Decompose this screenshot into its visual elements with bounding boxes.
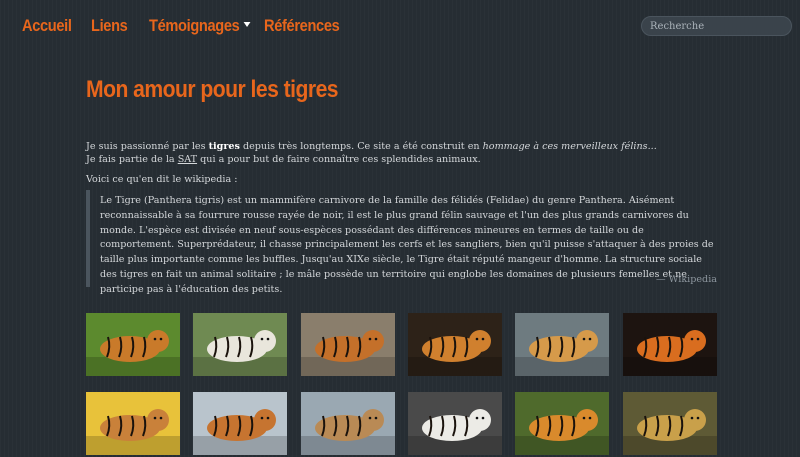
tiger-portrait-dark-photo[interactable] [408, 313, 502, 376]
tiger-rocks-photo[interactable] [515, 313, 609, 376]
nav-item-temoignages-label: Témoignages [149, 16, 240, 35]
white-tiger-face-photo[interactable] [408, 392, 502, 455]
intro-text: depuis très longtemps. Ce site a été con… [239, 141, 483, 152]
tiger-running-snow-photo[interactable] [193, 392, 287, 455]
intro-text: Je fais partie de la [86, 154, 178, 165]
intro-italic-hommage: hommage à ces merveilleux félins... [482, 141, 657, 152]
quote-source: — Wikipedia [655, 274, 717, 285]
intro-bold-tigres: tigres [208, 141, 240, 152]
quote-text: Le Tigre (Panthera tigris) est un mammif… [100, 195, 714, 295]
tiger-lying-grass-photo[interactable] [86, 313, 180, 376]
sat-link[interactable]: SAT [178, 154, 197, 165]
nav-item-references[interactable]: Références [264, 16, 340, 36]
tiger-snow-walking-photo[interactable] [301, 392, 395, 455]
wikipedia-quote: Le Tigre (Panthera tigris) est un mammif… [86, 190, 719, 295]
tiger-cub-yellow-photo[interactable] [86, 392, 180, 455]
intro-paragraph: Je suis passionné par les tigres depuis … [86, 140, 726, 166]
nav-item-liens[interactable]: Liens [91, 16, 128, 36]
page-title: Mon amour pour les tigres [86, 76, 339, 103]
white-tiger-walking-photo[interactable] [193, 313, 287, 376]
wikipedia-intro: Voici ce qu'en dit le wikipedia : [86, 174, 238, 185]
chevron-down-icon [243, 22, 251, 28]
intro-text: qui a pour but de faire connaître ces sp… [197, 154, 481, 165]
search-input[interactable] [641, 16, 792, 36]
leopard-lying-photo[interactable] [623, 392, 717, 455]
tiger-roaring-photo[interactable] [515, 392, 609, 455]
intro-text: Je suis passionné par les [86, 141, 209, 152]
top-navigation: Accueil Liens Témoignages Références [0, 0, 800, 52]
nav-item-temoignages[interactable]: Témoignages [149, 16, 251, 36]
tiger-face-closeup-photo[interactable] [623, 313, 717, 376]
nav-item-accueil[interactable]: Accueil [22, 16, 72, 36]
tiger-standing-snow-photo[interactable] [301, 313, 395, 376]
